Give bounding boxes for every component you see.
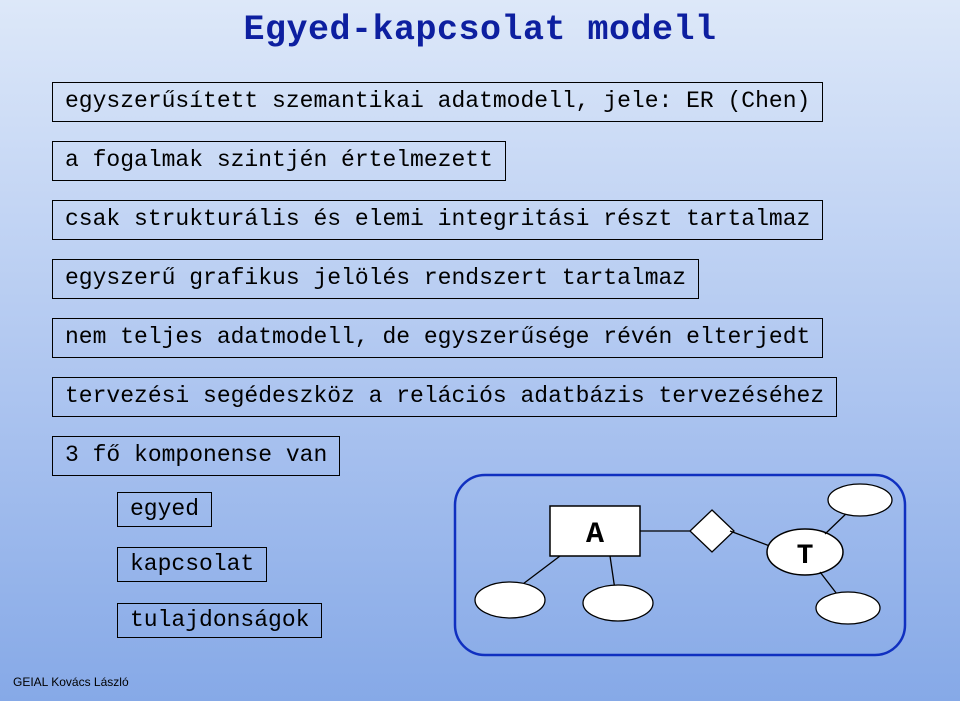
- attr-entity-label: T: [797, 541, 814, 572]
- relationship-diamond: [690, 510, 734, 552]
- attr-entity-node: T: [767, 529, 843, 575]
- page-title: Egyed-kapcsolat modell: [0, 10, 960, 50]
- attribute-ellipse-3: [828, 484, 892, 516]
- component-attributes: tulajdonságok: [117, 603, 322, 638]
- statement-box-7: 3 fő komponense van: [52, 436, 340, 476]
- statement-box-1: egyszerűsített szemantikai adatmodell, j…: [52, 82, 823, 122]
- statement-box-6: tervezési segédeszköz a relációs adatbáz…: [52, 377, 837, 417]
- attribute-ellipse-4: [816, 592, 880, 624]
- footer-credit: GEIAL Kovács László: [13, 675, 129, 689]
- attribute-ellipse-1: [475, 582, 545, 618]
- entity-node: A: [550, 506, 640, 556]
- component-relationship: kapcsolat: [117, 547, 267, 582]
- statement-box-5: nem teljes adatmodell, de egyszerűsége r…: [52, 318, 823, 358]
- er-diagram: A T: [450, 470, 910, 665]
- statement-box-2: a fogalmak szintjén értelmezett: [52, 141, 506, 181]
- statement-box-3: csak strukturális és elemi integritási r…: [52, 200, 823, 240]
- component-entity: egyed: [117, 492, 212, 527]
- attribute-ellipse-2: [583, 585, 653, 621]
- statement-box-4: egyszerű grafikus jelölés rendszert tart…: [52, 259, 699, 299]
- entity-label: A: [586, 518, 604, 552]
